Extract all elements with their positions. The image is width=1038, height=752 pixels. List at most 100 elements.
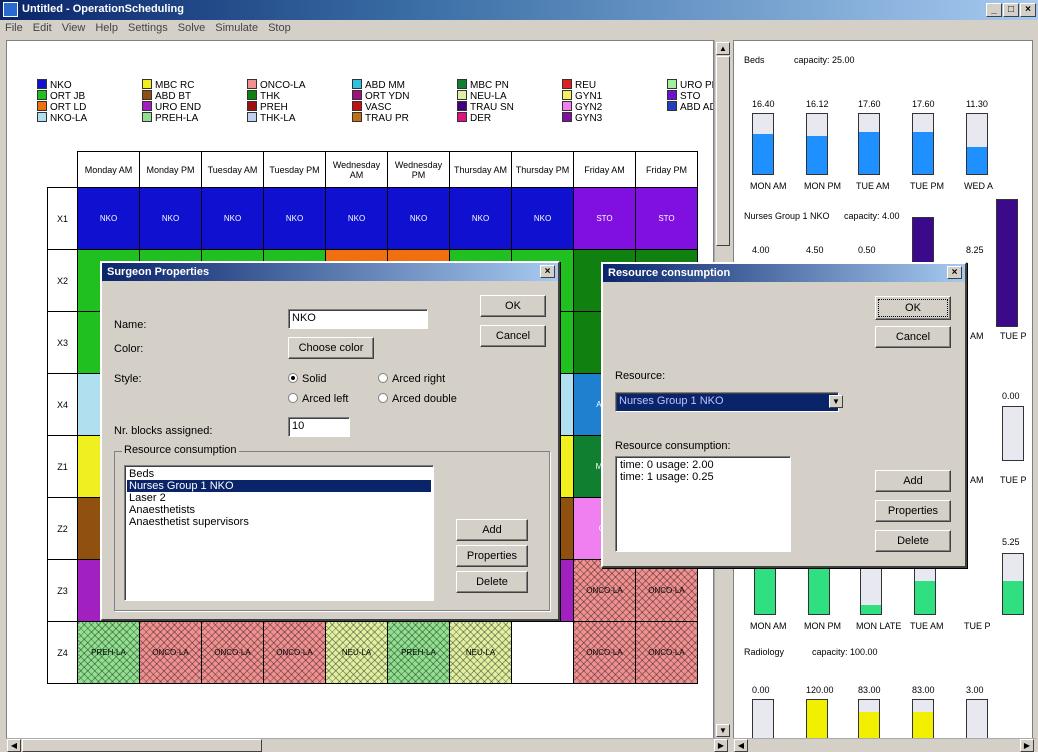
legend-label: GYN3 <box>575 113 603 124</box>
color-label: Color: <box>114 343 144 355</box>
ok-button[interactable]: OK <box>875 296 951 320</box>
h-scroll-thumb[interactable] <box>22 739 262 752</box>
delete-button[interactable]: Delete <box>456 571 528 593</box>
menu-item-edit[interactable]: Edit <box>28 20 57 36</box>
schedule-block[interactable]: STO <box>573 187 636 250</box>
value-label: 16.40 <box>752 99 775 109</box>
capacity-bar <box>752 699 774 739</box>
resource-select[interactable]: Nurses Group 1 NKO <box>615 392 839 412</box>
day-label: MON LATE <box>856 621 902 631</box>
menu-item-settings[interactable]: Settings <box>123 20 173 36</box>
list-item[interactable]: Laser 2 <box>127 492 431 504</box>
legend-swatch <box>247 90 257 100</box>
legend-item: PREH-LA <box>142 112 198 124</box>
list-item[interactable]: time: 1 usage: 0.25 <box>618 471 788 483</box>
schedule-block[interactable]: NKO <box>325 187 388 250</box>
bar-fill <box>859 712 879 739</box>
legend-swatch <box>142 101 152 111</box>
maximize-button[interactable]: □ <box>1003 3 1019 17</box>
close-icon[interactable]: × <box>540 265 555 278</box>
scroll-right-icon[interactable]: ▶ <box>1020 739 1034 752</box>
schedule-block[interactable]: PREH-LA <box>387 621 450 684</box>
cancel-button[interactable]: Cancel <box>875 326 951 348</box>
row-header: X1 <box>47 187 78 250</box>
menu-item-solve[interactable]: Solve <box>173 20 211 36</box>
schedule-block[interactable]: ONCO-LA <box>573 559 636 622</box>
value-label: 83.00 <box>858 685 881 695</box>
blocks-field[interactable]: 10 <box>288 417 350 437</box>
schedule-block[interactable]: NEU-LA <box>325 621 388 684</box>
scroll-thumb[interactable] <box>716 56 730 246</box>
list-item[interactable]: Anaesthetists <box>127 504 431 516</box>
ok-button[interactable]: OK <box>480 295 546 317</box>
value-label: 0.00 <box>1002 391 1020 401</box>
minimize-button[interactable]: _ <box>986 3 1002 17</box>
schedule-block[interactable]: NKO <box>511 187 574 250</box>
row-header: Z1 <box>47 435 78 498</box>
column-header: Thursday PM <box>511 151 574 188</box>
properties-button[interactable]: Properties <box>456 545 528 567</box>
schedule-block[interactable]: PREH-LA <box>77 621 140 684</box>
style-radio-solid[interactable]: Solid <box>288 373 326 385</box>
style-radio-arced-left[interactable]: Arced left <box>288 393 348 405</box>
menu-item-simulate[interactable]: Simulate <box>210 20 263 36</box>
menu-item-stop[interactable]: Stop <box>263 20 296 36</box>
capacity-bar <box>966 113 988 175</box>
bar-fill <box>807 135 827 174</box>
value-label: 4.00 <box>752 245 770 255</box>
schedule-block[interactable]: NKO <box>77 187 140 250</box>
list-item[interactable]: Anaesthetist supervisors <box>127 516 431 528</box>
scroll-left-icon[interactable]: ◀ <box>734 739 748 752</box>
properties-button[interactable]: Properties <box>875 500 951 522</box>
scroll-right-icon[interactable]: ▶ <box>714 739 728 752</box>
list-item[interactable]: time: 0 usage: 2.00 <box>618 459 788 471</box>
add-button[interactable]: Add <box>456 519 528 541</box>
list-item[interactable]: Beds <box>127 468 431 480</box>
schedule-block[interactable]: NKO <box>139 187 202 250</box>
schedule-block[interactable]: NKO <box>201 187 264 250</box>
scroll-left-icon[interactable]: ◀ <box>7 739 21 752</box>
schedule-block[interactable]: NKO <box>387 187 450 250</box>
menu-item-view[interactable]: View <box>57 20 91 36</box>
capacity-bar <box>752 113 774 175</box>
day-label: MON AM <box>750 621 787 631</box>
schedule-block[interactable]: ONCO-LA <box>139 621 202 684</box>
menu-item-file[interactable]: File <box>0 20 28 36</box>
add-button[interactable]: Add <box>875 470 951 492</box>
schedule-block[interactable]: ONCO-LA <box>635 559 698 622</box>
cancel-button[interactable]: Cancel <box>480 325 546 347</box>
schedule-block[interactable]: ONCO-LA <box>201 621 264 684</box>
list-item[interactable]: Nurses Group 1 NKO <box>127 480 431 492</box>
resource-list[interactable]: Beds Nurses Group 1 NKO Laser 2 Anaesthetis… <box>124 465 434 601</box>
style-radio-arced-right[interactable]: Arced right <box>378 373 445 385</box>
scroll-up-icon[interactable]: ▲ <box>716 42 730 55</box>
chart-title: Beds <box>744 55 765 65</box>
close-button[interactable]: × <box>1020 3 1036 17</box>
day-label: TUE PM <box>910 181 945 191</box>
left-horizontal-scrollbar[interactable]: ◀ ▶ <box>6 738 730 752</box>
resource-consumption-dialog: Resource consumption × OK Cancel Resourc… <box>601 262 967 568</box>
legend-swatch <box>562 112 572 122</box>
legend-swatch <box>562 90 572 100</box>
delete-button[interactable]: Delete <box>875 530 951 552</box>
dropdown-arrow-icon[interactable]: ▼ <box>829 395 843 408</box>
schedule-block[interactable]: NKO <box>263 187 326 250</box>
menu-item-help[interactable]: Help <box>90 20 123 36</box>
schedule-block[interactable]: NEU-LA <box>449 621 512 684</box>
right-horizontal-scrollbar[interactable]: ◀ ▶ <box>733 738 1036 752</box>
choose-color-button[interactable]: Choose color <box>288 337 374 359</box>
schedule-block[interactable]: ONCO-LA <box>573 621 636 684</box>
close-icon[interactable]: × <box>947 266 962 279</box>
schedule-block[interactable]: NKO <box>449 187 512 250</box>
scroll-down-icon[interactable]: ▼ <box>716 724 730 737</box>
schedule-block[interactable] <box>511 621 574 684</box>
style-radio-arced-double[interactable]: Arced double <box>378 393 457 405</box>
name-field[interactable]: NKO <box>288 309 428 329</box>
legend-swatch <box>37 90 47 100</box>
day-label: TUE P <box>1000 331 1027 341</box>
consumption-list[interactable]: time: 0 usage: 2.00 time: 1 usage: 0.25 <box>615 456 791 552</box>
schedule-block[interactable]: ONCO-LA <box>635 621 698 684</box>
schedule-block[interactable]: ONCO-LA <box>263 621 326 684</box>
schedule-block[interactable]: STO <box>635 187 698 250</box>
day-label: MON PM <box>804 181 841 191</box>
